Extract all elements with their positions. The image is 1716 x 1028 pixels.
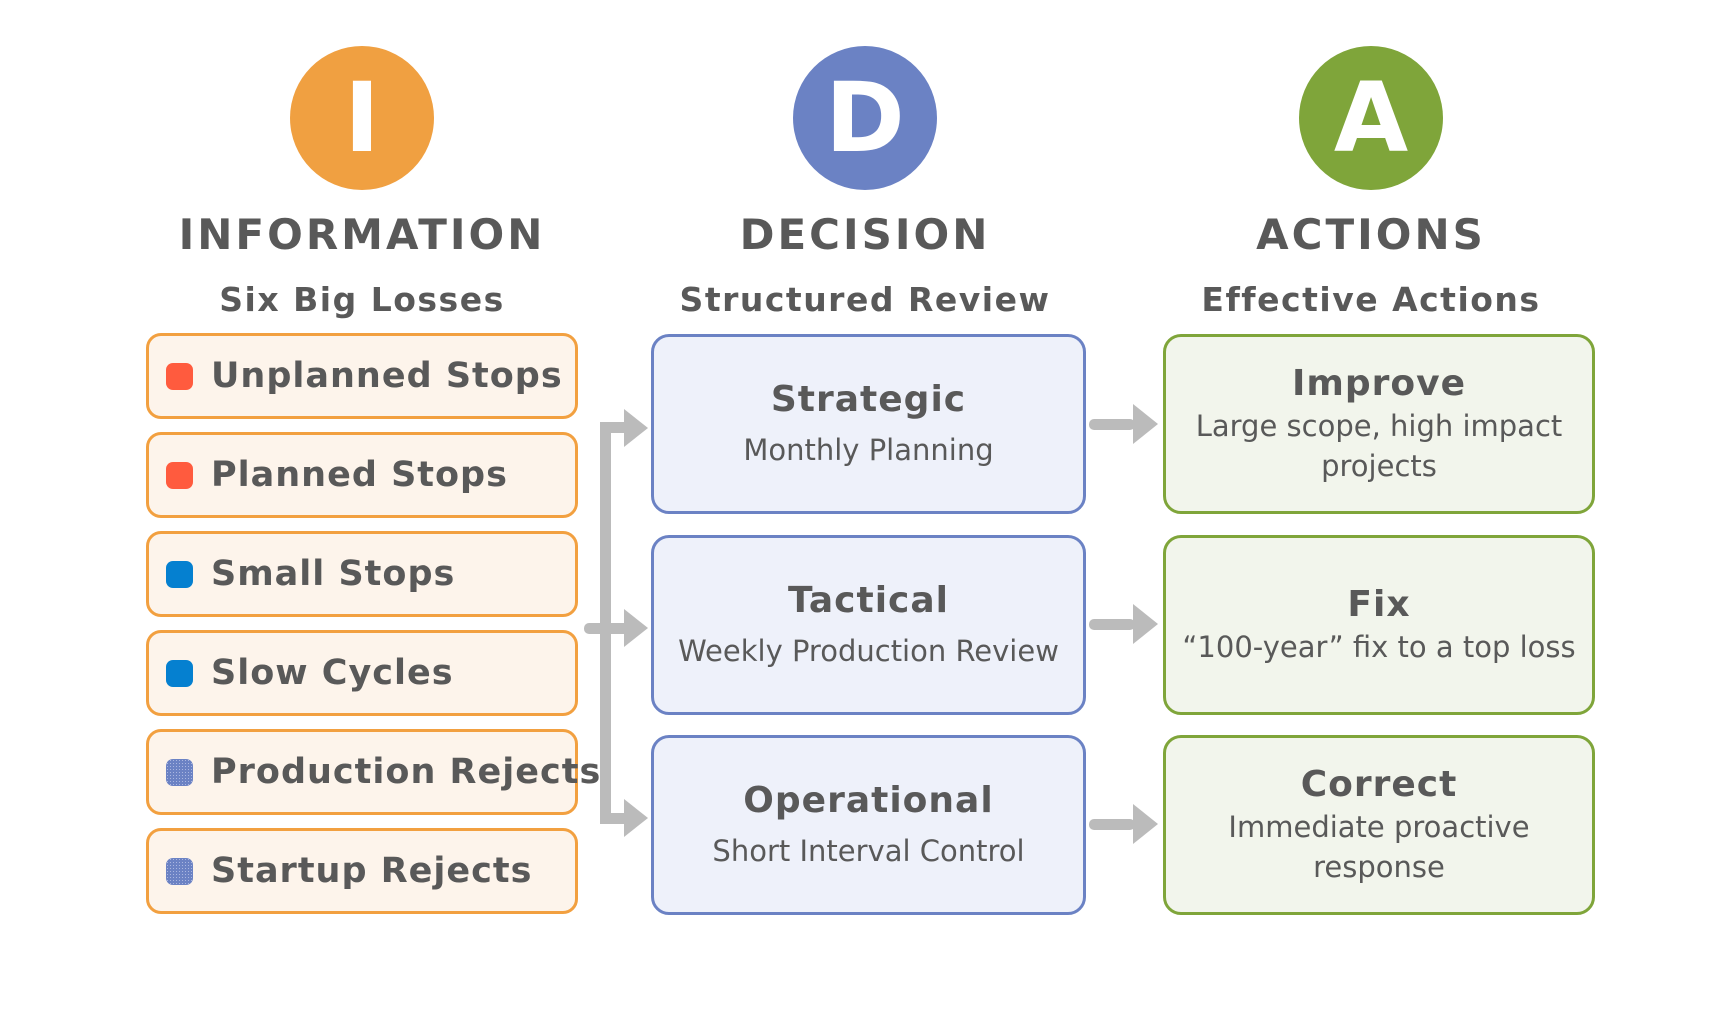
action-title: Fix: [1347, 584, 1411, 625]
arrow-head-improve: [1133, 404, 1158, 444]
arrow-head-correct: [1133, 804, 1158, 844]
decision-title: Operational: [743, 780, 994, 821]
decision-desc: Weekly Production Review: [678, 634, 1059, 668]
decision-desc: Monthly Planning: [743, 433, 994, 467]
decision-title: Strategic: [770, 379, 967, 420]
action-box-fix: Fix “100-year” fix to a top loss: [1163, 535, 1595, 715]
decision-desc: Short Interval Control: [712, 834, 1025, 868]
arrow-head-operational: [624, 799, 648, 837]
action-desc: “100-year” fix to a top loss: [1182, 630, 1576, 664]
decision-box-tactical: Tactical Weekly Production Review: [651, 535, 1086, 715]
action-desc: Large scope, high impact projects: [1195, 409, 1563, 483]
arrow-head-tactical: [624, 609, 648, 647]
decision-box-strategic: Strategic Monthly Planning: [651, 334, 1086, 514]
action-desc: Immediate proactive response: [1228, 810, 1530, 884]
decision-title: Tactical: [787, 580, 950, 621]
action-box-improve: Improve Large scope, high impact project…: [1163, 334, 1595, 514]
action-box-correct: Correct Immediate proactive response: [1163, 735, 1595, 915]
arrow-shaft-correct: [1089, 819, 1135, 830]
action-title: Correct: [1300, 764, 1458, 805]
arrow-shaft-improve: [1089, 419, 1135, 430]
decision-box-operational: Operational Short Interval Control: [651, 735, 1086, 915]
arrow-head-fix: [1133, 604, 1158, 644]
arrow-head-strategic: [624, 409, 648, 447]
action-title: Improve: [1291, 363, 1467, 404]
arrow-shaft-fix: [1089, 619, 1135, 630]
